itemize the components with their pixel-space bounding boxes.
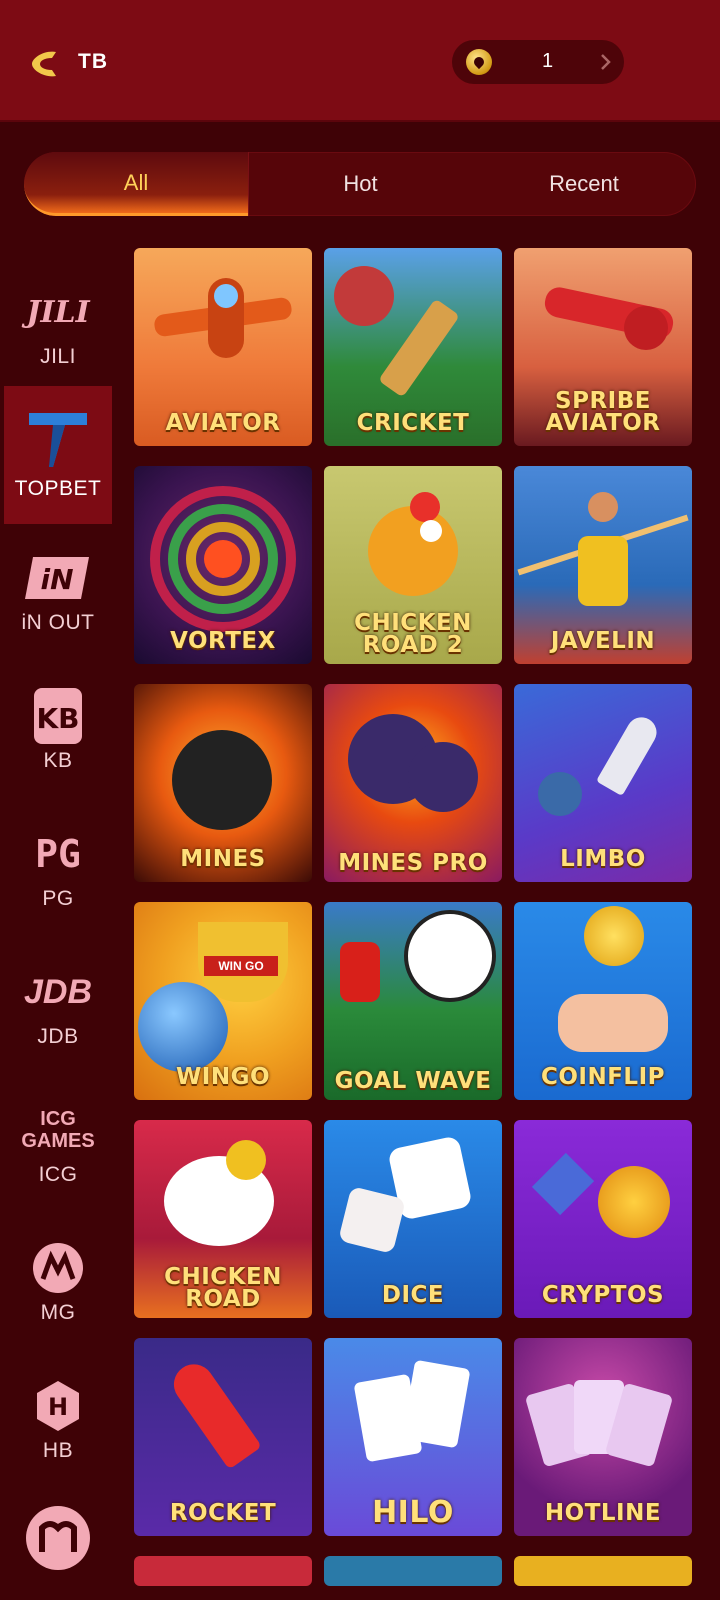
game-name: LIMBO [560, 846, 646, 872]
game-tile-aviator[interactable]: AVIATOR [134, 248, 312, 446]
balance-value: 1 [542, 50, 554, 72]
game-name: JAVELIN [550, 628, 656, 654]
provider-label: TOPBET [14, 477, 102, 500]
game-tile-mines[interactable]: MINES [134, 684, 312, 882]
game-name: VORTEX [170, 628, 276, 654]
provider-kb[interactable]: KB KB [4, 662, 112, 800]
game-tile-goal-wave[interactable]: GOAL WAVE [324, 902, 502, 1100]
jdb-logo-icon: JDB [23, 972, 93, 1011]
game-name: COINFLIP [540, 1064, 666, 1090]
game-name: CRYPTOS [541, 1282, 665, 1308]
game-name: DICE [381, 1282, 445, 1308]
game-name: GOAL WAVE [334, 1068, 492, 1094]
tab-hot[interactable]: Hot [248, 152, 472, 216]
icg-logo-icon: ICG GAMES [21, 1108, 95, 1152]
game-name: CHICKEN ROAD 2 [354, 610, 472, 658]
provider-jdb[interactable]: JDB JDB [4, 938, 112, 1076]
kb-logo-icon: KB [32, 688, 84, 744]
game-tile-partial[interactable] [324, 1556, 502, 1586]
game-tile-partial[interactable] [514, 1556, 692, 1586]
provider-hb[interactable]: H HB [4, 1352, 112, 1490]
hb-logo-icon: H [33, 1379, 83, 1433]
provider-label: HB [42, 1439, 74, 1462]
back-logo-icon[interactable] [26, 44, 66, 84]
provider-label: JDB [37, 1025, 79, 1048]
hb-logo-text: H [48, 1393, 68, 1421]
game-name: MINES [180, 846, 266, 872]
provider-sidebar: JILI JILI TOPBET iN iN OUT KB KB PG PG J… [0, 258, 116, 1600]
game-tile-hilo[interactable]: HILO [324, 1338, 502, 1536]
game-tile-coinflip[interactable]: COINFLIP [514, 902, 692, 1100]
game-tile-partial[interactable] [134, 1556, 312, 1586]
provider-label: PG [42, 887, 74, 910]
game-tile-chicken-road-2[interactable]: CHICKEN ROAD 2 [324, 466, 502, 664]
provider-mg[interactable]: MG [4, 1214, 112, 1352]
game-name: CHICKEN ROAD [164, 1264, 282, 1312]
game-tile-cryptos[interactable]: CRYPTOS [514, 1120, 692, 1318]
game-name: CRICKET [356, 410, 470, 436]
game-tile-vortex[interactable]: VORTEX [134, 466, 312, 664]
game-name: MINES PRO [338, 850, 488, 876]
game-tile-spribe-aviator[interactable]: SPRIBE AVIATOR [514, 248, 692, 446]
provider-icg[interactable]: ICG GAMES ICG [4, 1076, 112, 1214]
game-tile-chicken-road[interactable]: CHICKEN ROAD [134, 1120, 312, 1318]
jili-logo-icon: JILI [26, 294, 90, 330]
balance-pill[interactable]: 1 [452, 40, 624, 84]
game-tile-mines-pro[interactable]: MINES PRO [324, 684, 502, 882]
provider-label: iN OUT [21, 611, 95, 634]
coin-icon [466, 49, 492, 75]
inout-logo-icon: iN [23, 551, 93, 605]
provider-more-logo-icon [26, 1506, 90, 1570]
provider-topbet[interactable]: TOPBET [4, 386, 112, 524]
main-content: All Hot Recent JILI JILI TOPBET iN iN OU… [0, 122, 720, 1600]
provider-more[interactable] [4, 1490, 112, 1600]
game-tile-limbo[interactable]: LIMBO [514, 684, 692, 882]
game-name: WINGO [175, 1064, 271, 1090]
inout-logo-text: iN [40, 563, 73, 596]
topbet-logo-icon [29, 413, 87, 467]
game-tile-wingo[interactable]: WIN GO WINGO [134, 902, 312, 1100]
tab-all[interactable]: All [24, 152, 248, 216]
provider-label: MG [40, 1301, 76, 1324]
provider-jili[interactable]: JILI JILI [4, 258, 112, 396]
game-name: SPRIBE AVIATOR [545, 388, 661, 436]
wingo-badge: WIN GO [204, 956, 278, 976]
mg-logo-icon [31, 1241, 85, 1295]
header-title: TB [78, 50, 108, 73]
provider-label: KB [43, 749, 73, 772]
pg-logo-icon: PG [35, 832, 81, 876]
game-tile-cricket[interactable]: CRICKET [324, 248, 502, 446]
game-name: HOTLINE [544, 1500, 662, 1526]
provider-inout[interactable]: iN iN OUT [4, 524, 112, 662]
game-tile-dice[interactable]: DICE [324, 1120, 502, 1318]
game-name: AVIATOR [165, 410, 281, 436]
game-name: HILO [372, 1495, 454, 1530]
kb-logo-text: KB [36, 702, 79, 735]
provider-label: ICG [38, 1163, 78, 1186]
game-name: ROCKET [169, 1500, 277, 1526]
game-tile-rocket[interactable]: ROCKET [134, 1338, 312, 1536]
filter-tabs: All Hot Recent [24, 152, 696, 216]
tab-recent[interactable]: Recent [472, 152, 696, 216]
provider-pg[interactable]: PG PG [4, 800, 112, 938]
game-tile-javelin[interactable]: JAVELIN [514, 466, 692, 664]
chevron-right-icon [601, 54, 611, 70]
provider-label: JILI [40, 345, 76, 368]
app-header: TB 1 [0, 0, 720, 122]
game-tile-hotline[interactable]: HOTLINE [514, 1338, 692, 1536]
